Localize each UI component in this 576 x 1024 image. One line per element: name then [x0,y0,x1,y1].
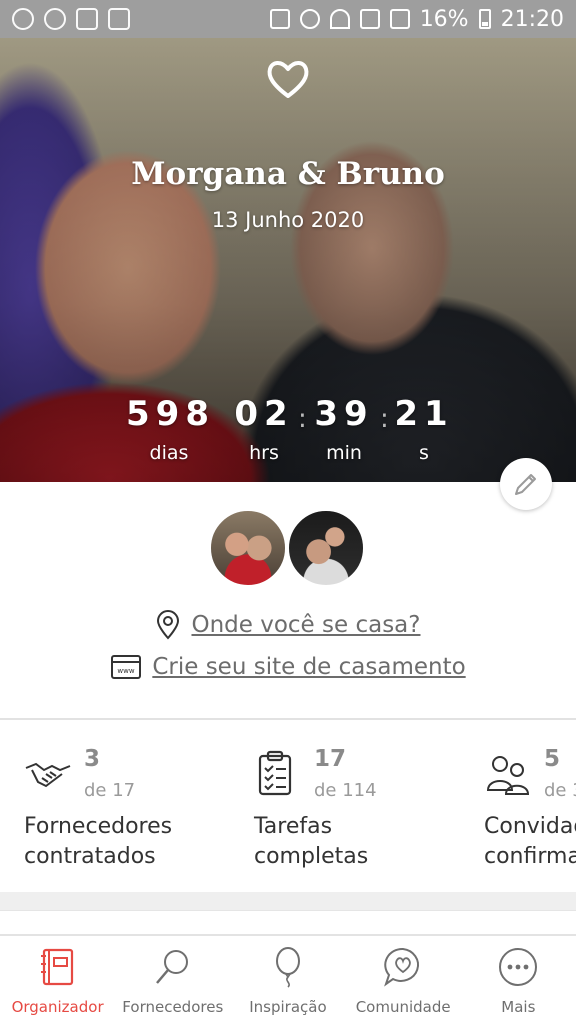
countdown-days: 598 dias [126,394,212,464]
website-icon: www [111,655,142,679]
chrome-icon [12,8,34,30]
balloon-icon [275,947,300,988]
app-notification-icon [108,8,130,30]
stat-label-line: contratados [24,844,156,869]
nav-label: Comunidade [355,998,451,1016]
countdown-separator: : [298,404,307,434]
countdown-minutes: 39 min [312,394,376,464]
avatar[interactable] [286,508,366,588]
stat-count: 3 [84,746,101,772]
stat-label-line: Convidados [484,814,576,839]
countdown-label: dias [149,442,189,464]
clipboard-checklist-icon [258,750,292,796]
divider [0,718,576,720]
countdown-seconds: 21 s [392,394,456,464]
heart-icon [267,61,309,98]
next-card [0,910,576,934]
stat-total: de 17 [84,780,136,801]
couple-names: Morgana & Bruno [131,156,445,192]
stat-label: Fornecedores contratados [24,812,254,872]
countdown: 598 dias 02 hrs : 39 min : 21 s [0,394,576,470]
couple-photo-header[interactable]: Morgana & Bruno 13 Junho 2020 598 dias 0… [0,38,576,482]
sim-icon [359,9,380,29]
countdown-label: min [326,442,362,464]
app-screen: 16% 21:20 Morgana & Bruno 13 Junho 2020 … [0,0,576,1024]
battery-icon [478,9,491,29]
avatar[interactable] [208,508,288,588]
stat-label-line: completas [254,844,369,869]
couple-avatars[interactable] [208,508,368,590]
nav-label: Fornecedores [122,998,224,1016]
status-bar: 16% 21:20 [0,0,576,38]
clock: 21:20 [500,6,564,32]
status-bar-notifications [12,8,130,30]
nav-more[interactable]: Mais [461,936,576,1024]
status-bar-system: 16% 21:20 [269,6,564,32]
wedding-date: 13 Junho 2020 [211,208,365,232]
stat-label-line: Fornecedores [24,814,173,839]
progress-stats: 3 de 17 Fornecedores contratados 17 de 1… [0,722,576,892]
stat-count: 5 [544,746,561,772]
bottom-navigation: Organizador Fornecedores Inspiração Comu… [0,934,576,1024]
stat-label-line: Tarefas [254,814,333,839]
countdown-hours: 02 hrs [232,394,296,464]
guests-icon [486,756,530,795]
chat-heart-icon [384,947,420,987]
handshake-icon [25,762,71,788]
stat-label: Tarefas completas [254,812,484,872]
wifi-icon [329,9,350,29]
nav-community[interactable]: Comunidade [346,936,461,1024]
alarm-icon [299,9,320,29]
location-link-text[interactable]: Onde você se casa? [191,612,420,638]
pencil-icon [515,474,536,495]
countdown-separator: : [380,404,389,434]
countdown-value: 598 [126,394,215,434]
section-separator [0,892,576,910]
search-icon [155,950,188,984]
countdown-value: 39 [314,394,374,434]
nav-inspiration[interactable]: Inspiração [230,936,345,1024]
website-link-text[interactable]: Crie seu site de casamento [152,654,465,680]
organizer-notebook-icon [40,948,73,986]
countdown-label: s [419,442,429,464]
nfc-icon [269,9,290,29]
nav-suppliers[interactable]: Fornecedores [115,936,230,1024]
location-link[interactable]: Onde você se casa? [0,610,576,640]
stat-label: Convidados confirmados [484,812,576,872]
countdown-value: 02 [234,394,294,434]
stat-label-line: confirmados [484,844,576,869]
wedding-website-link[interactable]: www Crie seu site de casamento [0,654,576,680]
map-pin-icon [157,610,180,640]
nav-organizer[interactable]: Organizador [0,936,115,1024]
nav-label: Organizador [11,998,104,1016]
stat-count: 17 [314,746,347,772]
nav-label: Mais [501,998,536,1016]
stat-total: de 3 [544,780,576,801]
countdown-label: hrs [249,442,279,464]
handshake-notification-icon [76,8,98,30]
signal-icon [389,9,410,29]
svg-text:www: www [118,667,135,675]
nav-label: Inspiração [249,998,327,1016]
more-dots-icon [499,948,538,986]
chrome-icon [44,8,66,30]
countdown-value: 21 [394,394,454,434]
battery-percent: 16% [419,6,469,32]
stat-total: de 114 [314,780,377,801]
edit-header-button[interactable] [500,458,552,510]
